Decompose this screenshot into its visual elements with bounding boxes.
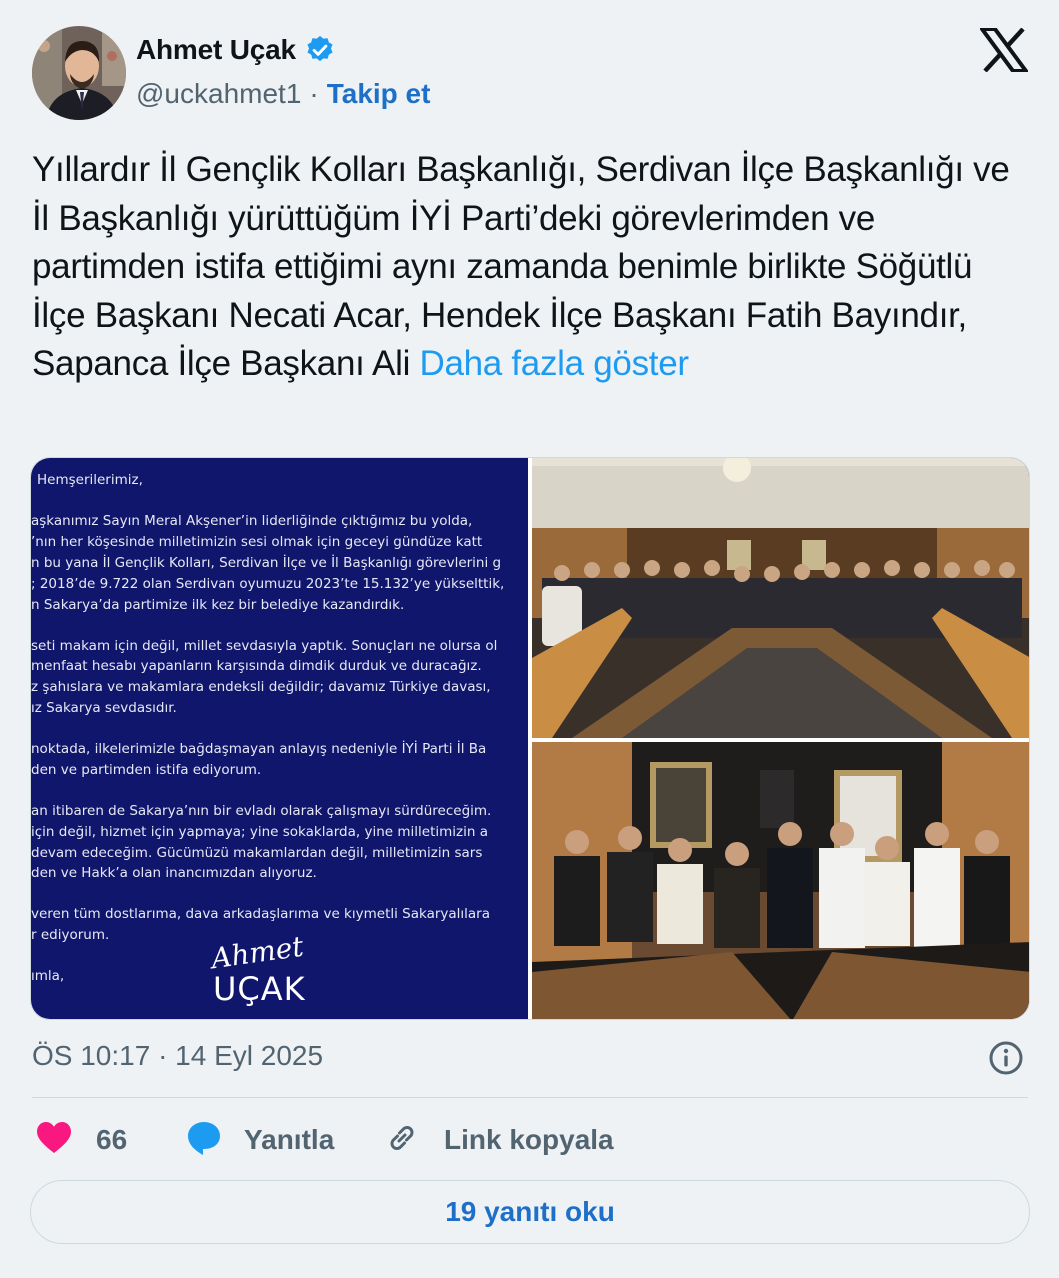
like-count: 66 [96,1124,128,1155]
x-logo-icon[interactable] [978,27,1030,73]
author-name-row: Ahmet Uçak [136,34,336,66]
letter-line: n Sakarya’da partimize ilk kez bir beled… [31,597,405,613]
letter-line: için değil, hizmet için yapmaya; yine so… [31,824,488,840]
author-name[interactable]: Ahmet Uçak [136,34,296,66]
like-button[interactable]: 66 [36,1118,127,1162]
group-photo-2[interactable] [532,742,1029,1019]
letter-line: den ve Hakk’a olan inancımızdan alıyoruz… [31,865,317,881]
reply-button[interactable]: Yanıtla [186,1118,334,1162]
copy-link-label: Link kopyala [444,1124,614,1155]
tweet-text: Yıllardır İl Gençlik Kolları Başkanlığı,… [32,146,1032,389]
copy-link-button[interactable]: Link kopyala [384,1118,614,1162]
link-icon [384,1120,420,1161]
letter-line: ımla, [31,968,65,984]
reply-label: Yanıtla [244,1124,335,1155]
letter-line: Hemşerilerimiz, [37,472,143,488]
signature-script: Ahmet [209,929,306,976]
tweet-card: Ahmet Uçak @uckahmet1 · Takip et Yıllard… [0,0,1059,1278]
show-more-link[interactable]: Daha fazla göster [419,344,689,383]
read-replies-button[interactable]: 19 yanıtı oku [30,1180,1030,1244]
letter-line: veren tüm dostlarıma, dava arkadaşlarıma… [31,906,491,922]
letter-line: menfaat hesabı yapanların karşısında dim… [31,658,482,674]
signature-name: UÇAK [213,970,306,1008]
separator-dot: · [309,78,319,109]
letter-line: den ve partimden istifa ediyorum. [31,762,262,778]
statement-image[interactable]: Hemşerilerimiz, aşkanımız Sayın Meral Ak… [31,458,528,1019]
letter-line: ; 2018’de 9.722 olan Serdivan oyumuzu 20… [31,576,505,592]
letter-line: noktada, ilkelerimizle bağdaşmayan anlay… [31,741,487,757]
reply-bubble-icon [186,1120,222,1161]
letter-line: ız Sakarya sevdasıdır. [31,700,177,716]
follow-button[interactable]: Takip et [327,78,431,110]
author-handle[interactable]: @uckahmet1 [136,78,301,110]
verified-badge-icon [304,34,336,66]
tweet-timestamp[interactable]: ÖS 10:17 · 14 Eyl 2025 [32,1040,323,1072]
letter-line: devam edeceğim. Gücümüzü makamlardan değ… [31,845,483,861]
letter-line: ’nın her köşesinde milletimizin sesi olm… [31,534,483,550]
handle-row: @uckahmet1 · Takip et [136,78,430,110]
info-icon[interactable] [988,1040,1024,1076]
letter-line: aşkanımız Sayın Meral Akşener’in liderli… [31,513,473,529]
group-photo-1[interactable] [532,458,1029,738]
letter-line: n bu yana İl Gençlik Kolları, Serdivan İ… [31,555,502,571]
letter-line: r ediyorum. [31,927,110,943]
avatar[interactable] [32,26,126,120]
heart-icon [36,1121,72,1160]
media-grid: Hemşerilerimiz, aşkanımız Sayın Meral Ak… [30,457,1030,1020]
letter-line: z şahıslara ve makamlara endeksli değild… [31,679,491,695]
divider [32,1097,1028,1098]
letter-line: seti makam için değil, millet sevdasıyla… [31,638,498,654]
letter-line: an itibaren de Sakarya’nın bir evladı ol… [31,803,492,819]
